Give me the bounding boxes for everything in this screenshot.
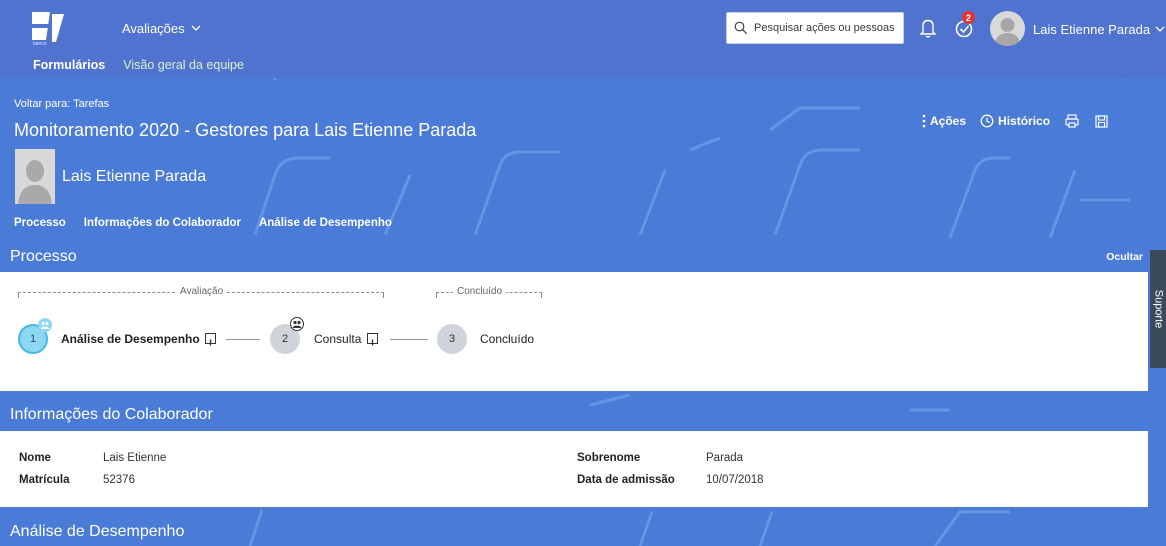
user-avatar[interactable] bbox=[990, 11, 1025, 46]
admissao-label: Data de admissão bbox=[577, 474, 675, 486]
user-name-label: Lais Etienne Parada bbox=[1033, 22, 1151, 37]
group-icon bbox=[38, 318, 52, 332]
admissao-value: 10/07/2018 bbox=[706, 474, 764, 486]
actions-button[interactable]: Ações bbox=[922, 114, 966, 128]
notification-bell-icon[interactable] bbox=[919, 17, 937, 39]
info-icon[interactable] bbox=[367, 333, 378, 346]
performance-section-title: Análise de Desempenho bbox=[10, 522, 185, 540]
actions-label: Ações bbox=[930, 114, 967, 128]
anchor-bar: Processo Informações do Colaborador Anál… bbox=[14, 217, 392, 229]
search-placeholder: Pesquisar ações ou pessoas bbox=[754, 22, 895, 34]
anchor-informacoes-colaborador[interactable]: Informações do Colaborador bbox=[84, 217, 241, 229]
step-3-label[interactable]: Concluído bbox=[480, 332, 534, 346]
process-section-header: Processo Ocultar bbox=[0, 241, 1148, 272]
step-connector bbox=[390, 339, 428, 340]
step-2-number: 2 bbox=[281, 333, 289, 345]
employee-photo bbox=[15, 149, 55, 204]
process-section-title: Processo bbox=[10, 247, 77, 265]
logo-subtitle: banco bbox=[33, 41, 47, 47]
anchor-analise-desempenho[interactable]: Análise de Desempenho bbox=[259, 217, 392, 229]
notification-badge: 2 bbox=[962, 11, 975, 24]
step-connector bbox=[226, 339, 260, 340]
sobrenome-label: Sobrenome bbox=[577, 452, 641, 464]
step-3-number: 3 bbox=[448, 333, 456, 345]
shell-bar: banco Avaliações Formulários Visão geral… bbox=[0, 0, 1166, 78]
history-button[interactable]: Histórico bbox=[980, 114, 1050, 128]
support-tab[interactable]: Suporte bbox=[1150, 250, 1166, 368]
tab-formularios[interactable]: Formulários bbox=[33, 58, 105, 72]
page-title: Monitoramento 2020 - Gestores para Lais … bbox=[14, 120, 477, 140]
phase-label-concluido: Concluído bbox=[453, 286, 507, 297]
step-1-label[interactable]: Análise de Desempenho bbox=[61, 332, 200, 346]
user-silhouette-icon bbox=[994, 18, 1021, 46]
shell-tabs: Formulários Visão geral da equipe bbox=[33, 58, 244, 72]
anchor-processo[interactable]: Processo bbox=[14, 217, 66, 229]
employee-name: Lais Etienne Parada bbox=[62, 168, 207, 185]
tab-visao-geral-equipe[interactable]: Visão geral da equipe bbox=[123, 58, 244, 72]
search-input[interactable]: Pesquisar ações ou pessoas bbox=[726, 12, 904, 44]
module-menu-label: Avaliações bbox=[122, 21, 185, 36]
hide-link[interactable]: Ocultar bbox=[1106, 251, 1143, 263]
performance-section-header: Análise de Desempenho bbox=[0, 516, 1148, 546]
step-1-number: 1 bbox=[29, 333, 37, 345]
step-2-label[interactable]: Consulta bbox=[314, 332, 361, 346]
step-3-circle[interactable]: 3 bbox=[437, 324, 467, 354]
collaborator-section-title: Informações do Colaborador bbox=[10, 405, 213, 423]
chevron-down-icon bbox=[191, 25, 201, 31]
vertical-dots-icon bbox=[922, 114, 926, 128]
info-icon[interactable] bbox=[205, 333, 216, 346]
user-silhouette-icon bbox=[15, 149, 55, 204]
group-icon bbox=[290, 317, 304, 331]
header-actions: Ações Histórico bbox=[922, 113, 1109, 129]
save-icon[interactable] bbox=[1094, 114, 1109, 129]
nome-label: Nome bbox=[19, 452, 51, 464]
print-icon[interactable] bbox=[1064, 113, 1080, 129]
matricula-label: Matrícula bbox=[19, 474, 70, 486]
matricula-value: 52376 bbox=[103, 474, 135, 486]
chevron-down-icon bbox=[1155, 26, 1165, 32]
search-icon bbox=[734, 21, 748, 35]
nome-value: Lais Etienne bbox=[103, 452, 167, 464]
process-panel: Avaliação Concluído 1 Análise de Desempe… bbox=[0, 272, 1148, 391]
support-label: Suporte bbox=[1152, 289, 1164, 329]
collaborator-section-header: Informações do Colaborador bbox=[0, 399, 1148, 430]
user-menu[interactable]: Lais Etienne Parada bbox=[1033, 22, 1165, 37]
history-label: Histórico bbox=[998, 114, 1051, 128]
phase-label-avaliacao: Avaliação bbox=[176, 286, 228, 297]
collaborator-panel: Nome Lais Etienne Matrícula 52376 Sobren… bbox=[0, 431, 1148, 507]
module-menu[interactable]: Avaliações bbox=[122, 21, 201, 36]
history-clock-icon bbox=[980, 114, 994, 128]
back-link[interactable]: Voltar para: Tarefas bbox=[14, 98, 109, 110]
sobrenome-value: Parada bbox=[706, 452, 744, 464]
